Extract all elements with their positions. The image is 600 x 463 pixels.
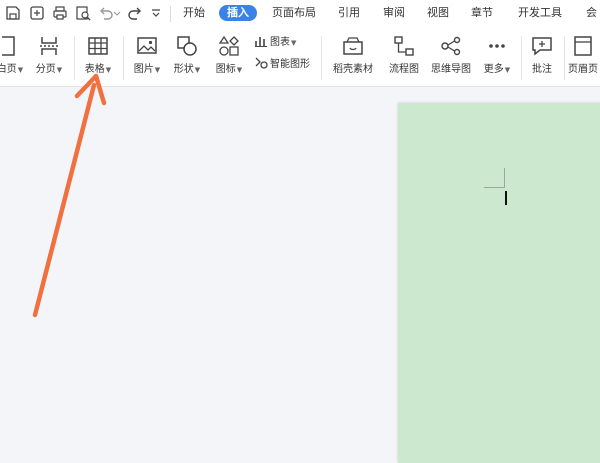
- document-page[interactable]: [398, 103, 600, 463]
- chart-button[interactable]: 图表▼: [254, 34, 296, 50]
- more-button[interactable]: 更多▼: [478, 32, 516, 80]
- smart-shape-button[interactable]: 智能图形: [254, 56, 310, 72]
- comment-label: 批注: [532, 64, 552, 75]
- tab-member-partial[interactable]: 会: [586, 5, 597, 21]
- section-break-label: 分页: [35, 64, 56, 75]
- tab-page-layout[interactable]: 页面布局: [272, 5, 316, 21]
- export-pdf-icon[interactable]: [29, 5, 45, 21]
- table-icon: [86, 34, 110, 58]
- shape-icon: [175, 34, 199, 58]
- flowchart-label: 流程图: [389, 64, 419, 75]
- redo-icon[interactable]: [127, 5, 143, 21]
- blank-page-icon: [0, 34, 22, 58]
- smart-shape-icon: [255, 57, 268, 69]
- undo-dropdown-icon[interactable]: [113, 5, 121, 21]
- header-footer-button[interactable]: 页眉页: [566, 32, 600, 80]
- flowchart-icon: [392, 34, 416, 58]
- tab-home[interactable]: 开始: [183, 5, 205, 21]
- mindmap-icon: [439, 34, 463, 58]
- mindmap-button[interactable]: 思维导图: [428, 32, 474, 80]
- crop-mark-horizontal: [484, 187, 504, 188]
- text-cursor: [505, 191, 507, 205]
- insert-ribbon: 白页▼ 分页▼ 表格▼ 图片▼ 形状▼ 图标▼ 图表▼ 智能图形 稻壳素材 流程…: [0, 28, 600, 87]
- material-label: 稻壳素材: [333, 64, 373, 75]
- divider: [521, 36, 522, 80]
- header-footer-icon: [571, 34, 595, 58]
- chart-icon: [255, 37, 267, 47]
- shape-button[interactable]: 形状▼: [168, 32, 206, 80]
- save-icon[interactable]: [5, 5, 21, 21]
- more-label: 更多: [483, 64, 504, 75]
- divider: [123, 36, 124, 80]
- customize-toolbar-icon[interactable]: [150, 5, 162, 21]
- header-footer-label: 页眉页: [568, 64, 598, 75]
- title-tab-bar: 开始 插入 页面布局 引用 审阅 视图 章节 开发工具 会: [0, 0, 600, 28]
- tab-references[interactable]: 引用: [338, 5, 360, 21]
- tab-review[interactable]: 审阅: [383, 5, 405, 21]
- icon-library-icon: [217, 34, 241, 58]
- flowchart-button[interactable]: 流程图: [384, 32, 424, 80]
- comment-icon: [530, 34, 554, 58]
- table-button[interactable]: 表格▼: [80, 32, 116, 80]
- smart-shape-label: 智能图形: [270, 59, 310, 70]
- chart-label: 图表: [270, 37, 290, 48]
- section-break-button[interactable]: 分页▼: [31, 32, 67, 80]
- tab-developer[interactable]: 开发工具: [518, 5, 562, 21]
- picture-button[interactable]: 图片▼: [129, 32, 165, 80]
- divider: [170, 6, 171, 22]
- print-preview-icon[interactable]: [75, 5, 91, 21]
- picture-label: 图片: [133, 64, 154, 75]
- divider: [74, 36, 75, 80]
- blank-page-label: 白页: [0, 64, 17, 75]
- undo-icon[interactable]: [98, 5, 114, 21]
- mindmap-label: 思维导图: [431, 64, 471, 75]
- tab-insert[interactable]: 插入: [219, 5, 257, 21]
- tab-view[interactable]: 视图: [427, 5, 449, 21]
- material-button[interactable]: 稻壳素材: [330, 32, 376, 80]
- more-icon: [485, 34, 509, 58]
- picture-icon: [135, 34, 159, 58]
- comment-button[interactable]: 批注: [524, 32, 560, 80]
- divider: [564, 36, 565, 80]
- crop-mark-vertical: [504, 168, 505, 188]
- shape-label: 形状: [173, 64, 194, 75]
- blank-page-button[interactable]: 白页▼: [0, 32, 28, 80]
- icon-label: 图标: [215, 64, 236, 75]
- page-break-icon: [37, 34, 61, 58]
- divider: [321, 36, 322, 80]
- print-icon[interactable]: [52, 5, 68, 21]
- icon-button[interactable]: 图标▼: [210, 32, 248, 80]
- tab-chapter[interactable]: 章节: [471, 5, 493, 21]
- table-label: 表格: [84, 64, 105, 75]
- material-icon: [341, 34, 365, 58]
